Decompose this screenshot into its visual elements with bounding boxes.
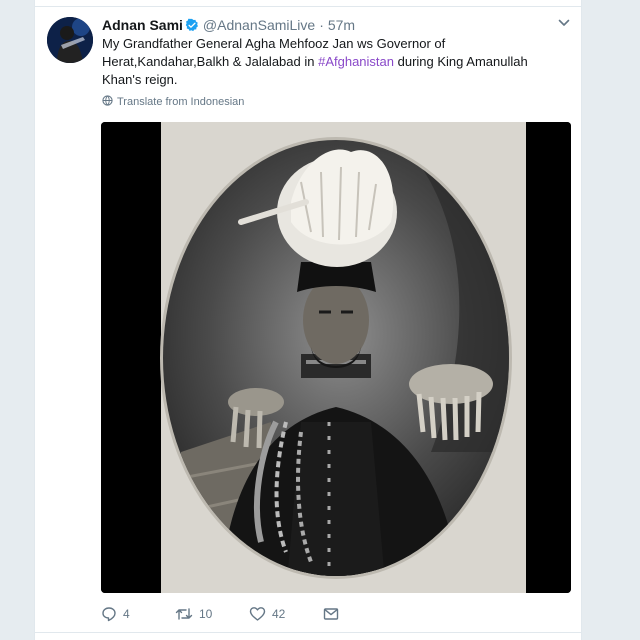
bottom-divider	[35, 632, 581, 633]
avatar[interactable]	[47, 17, 93, 63]
tweet-actions: 4 10 42	[101, 604, 339, 624]
portrait-photo	[101, 122, 571, 593]
verified-badge-icon	[185, 18, 199, 36]
direct-message-button[interactable]	[323, 607, 339, 621]
reply-count: 4	[123, 607, 130, 621]
tweet-text: My Grandfather General Agha Mehfooz Jan …	[102, 35, 562, 89]
chevron-down-icon[interactable]	[557, 16, 571, 30]
author-handle[interactable]: @AdnanSamiLive	[203, 17, 315, 33]
globe-icon	[102, 95, 113, 109]
top-divider	[35, 6, 581, 7]
retweet-icon	[175, 606, 193, 622]
translate-label: Translate from Indonesian	[117, 96, 245, 108]
reply-button[interactable]: 4	[101, 606, 175, 622]
avatar-image	[47, 17, 93, 63]
like-button[interactable]: 42	[249, 606, 323, 622]
separator-dot: ·	[319, 17, 324, 33]
like-count: 42	[272, 607, 286, 621]
timestamp[interactable]: 57m	[328, 17, 355, 33]
author-name[interactable]: Adnan Sami	[102, 17, 183, 33]
tweet-photo[interactable]	[101, 122, 571, 593]
retweet-button[interactable]: 10	[175, 606, 249, 622]
retweet-count: 10	[199, 607, 213, 621]
hashtag-link[interactable]: #Afghanistan	[318, 54, 394, 69]
translate-link[interactable]: Translate from Indonesian	[102, 95, 244, 109]
tweet-header: Adnan Sami @AdnanSamiLive · 57m	[102, 16, 355, 34]
reply-icon	[101, 606, 117, 622]
envelope-icon	[323, 607, 339, 621]
heart-icon	[249, 606, 266, 622]
tweet-card: Adnan Sami @AdnanSamiLive · 57m My Grandfat…	[34, 0, 582, 640]
